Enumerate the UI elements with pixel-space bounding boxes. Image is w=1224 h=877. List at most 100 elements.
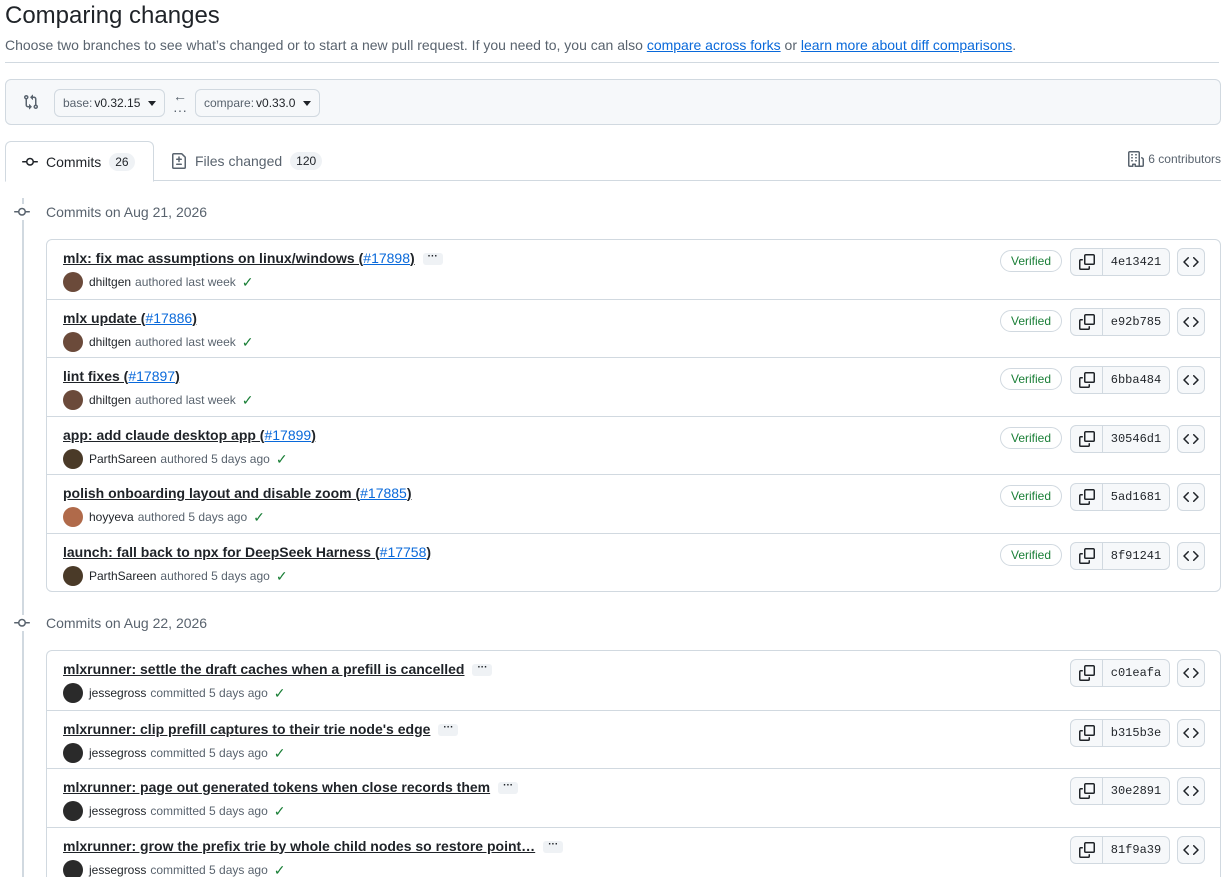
verified-badge[interactable]: Verified [1000,368,1063,390]
copy-sha-button[interactable] [1071,660,1103,686]
commit-message-link[interactable]: mlxrunner: grow the prefix trie by whole… [63,838,535,854]
commit-message-link[interactable]: mlxrunner: page out generated tokens whe… [63,779,490,795]
browse-repo-button[interactable] [1177,248,1205,276]
commit-message-close[interactable]: ) [410,250,415,266]
expand-message-button[interactable]: ··· [422,252,443,266]
commit-sha-link[interactable]: 6bba484 [1103,367,1169,393]
avatar[interactable] [63,448,83,469]
avatar[interactable] [63,742,83,763]
copy-sha-button[interactable] [1071,836,1103,863]
check-icon[interactable]: ✓ [274,746,286,760]
avatar[interactable] [63,683,83,703]
browse-repo-button[interactable] [1177,366,1205,394]
avatar[interactable] [63,801,83,821]
commit-sha-link[interactable]: 30e2891 [1103,778,1169,804]
check-icon[interactable]: ✓ [242,275,254,289]
commit-message-close[interactable]: ) [175,368,180,384]
commit-message-close[interactable]: ) [311,427,316,443]
pull-request-link[interactable]: #17886 [145,310,192,326]
verified-badge[interactable]: Verified [1000,426,1063,449]
copy-sha-button[interactable] [1071,249,1103,275]
avatar[interactable] [63,507,83,527]
check-icon[interactable]: ✓ [253,510,265,524]
compare-across-forks-link[interactable]: compare across forks [647,37,781,53]
commit-sha-link[interactable]: 30546d1 [1103,426,1169,452]
verified-badge[interactable]: Verified [1000,250,1063,272]
commit-sha-link[interactable]: 5ad1681 [1103,484,1169,510]
author-link[interactable]: ParthSareen [89,452,156,466]
browse-repo-button[interactable] [1177,659,1205,687]
copy-sha-button[interactable] [1071,308,1103,335]
commit-message-link[interactable]: mlxrunner: settle the draft caches when … [63,661,464,677]
verified-badge[interactable]: Verified [1000,309,1063,332]
check-icon[interactable]: ✓ [242,393,254,407]
author-link[interactable]: jessegross [89,686,146,700]
copy-sha-button[interactable] [1071,719,1103,746]
browse-repo-button[interactable] [1177,835,1205,864]
check-icon[interactable]: ✓ [276,452,288,466]
verified-badge[interactable]: Verified [1000,485,1063,507]
commit-message-link[interactable]: app: add claude desktop app ( [63,427,264,443]
author-link[interactable]: dhiltgen [89,335,131,349]
commit-message-close[interactable]: ) [407,485,412,501]
commit-sha-link[interactable]: 8f91241 [1103,543,1169,569]
pull-request-link[interactable]: #17897 [128,368,175,384]
contributors-link[interactable]: 6 contributors [1128,151,1221,167]
author-link[interactable]: dhiltgen [89,275,131,289]
browse-repo-button[interactable] [1177,424,1205,453]
avatar[interactable] [63,565,83,586]
expand-message-button[interactable]: ··· [438,722,459,736]
pull-request-link[interactable]: #17885 [360,485,407,501]
commit-sha-link[interactable]: b315b3e [1103,720,1169,746]
author-link[interactable]: hoyyeva [89,510,134,524]
browse-repo-button[interactable] [1177,777,1205,805]
browse-repo-button[interactable] [1177,541,1205,570]
commit-sha-link[interactable]: e92b785 [1103,309,1169,335]
pull-request-link[interactable]: #17898 [363,250,410,266]
check-icon[interactable]: ✓ [274,804,286,818]
commit-message-link[interactable]: polish onboarding layout and disable zoo… [63,485,360,501]
copy-sha-button[interactable] [1071,542,1103,569]
expand-message-button[interactable]: ··· [498,781,519,795]
commit-message-close[interactable]: ) [426,544,431,560]
check-icon[interactable]: ✓ [242,335,254,349]
commit-sha-link[interactable]: c01eafa [1103,660,1169,686]
learn-more-link[interactable]: learn more about diff comparisons [801,37,1012,53]
author-link[interactable]: ParthSareen [89,569,156,583]
avatar[interactable] [63,272,83,292]
pull-request-link[interactable]: #17899 [264,427,311,443]
base-branch-select[interactable]: base: v0.32.15 [54,89,166,117]
commit-message-link[interactable]: lint fixes ( [63,368,128,384]
commit-message-link[interactable]: launch: fall back to npx for DeepSeek Ha… [63,544,380,560]
compare-branch-select[interactable]: compare: v0.33.0 [195,89,321,117]
copy-sha-button[interactable] [1071,425,1103,452]
commit-sha-link[interactable]: 4e13421 [1103,249,1169,275]
tab-files-changed[interactable]: Files changed 120 [155,141,338,181]
commit-message-link[interactable]: mlx: fix mac assumptions on linux/window… [63,250,363,266]
verified-badge[interactable]: Verified [1000,543,1063,566]
avatar[interactable] [63,859,83,877]
avatar[interactable] [63,331,83,352]
copy-sha-button[interactable] [1071,367,1103,393]
commit-message-link[interactable]: mlx update ( [63,310,145,326]
check-icon[interactable]: ✓ [276,569,288,583]
author-link[interactable]: jessegross [89,863,146,877]
commit-sha-link[interactable]: 81f9a39 [1103,837,1169,863]
expand-message-button[interactable]: ··· [543,839,564,853]
author-link[interactable]: jessegross [89,804,146,818]
avatar[interactable] [63,390,83,410]
check-icon[interactable]: ✓ [274,863,286,877]
browse-repo-button[interactable] [1177,307,1205,336]
author-link[interactable]: dhiltgen [89,393,131,407]
commit-message-close[interactable]: ) [192,310,197,326]
browse-repo-button[interactable] [1177,483,1205,511]
copy-sha-button[interactable] [1071,484,1103,510]
commit-message-link[interactable]: mlxrunner: clip prefill captures to thei… [63,721,430,737]
tab-commits[interactable]: Commits 26 [5,141,154,182]
copy-sha-button[interactable] [1071,778,1103,804]
check-icon[interactable]: ✓ [274,686,286,700]
author-link[interactable]: jessegross [89,746,146,760]
browse-repo-button[interactable] [1177,718,1205,747]
expand-message-button[interactable]: ··· [472,663,493,677]
pull-request-link[interactable]: #17758 [380,544,427,560]
